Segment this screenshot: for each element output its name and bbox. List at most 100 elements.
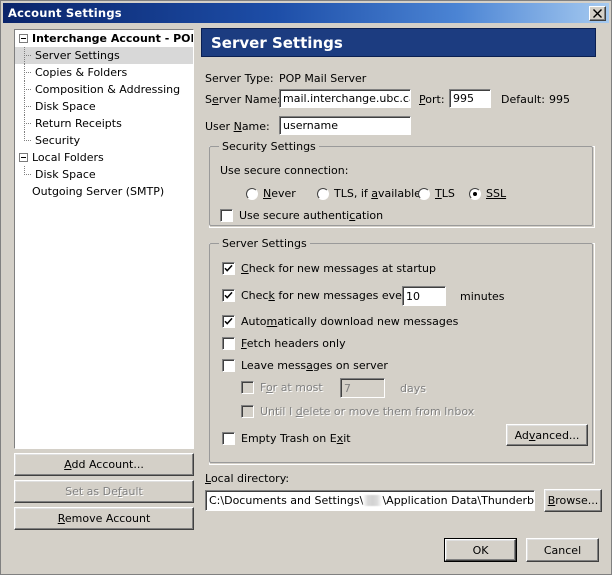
- ok-button-inner: OK: [445, 539, 516, 561]
- set-as-default-button[interactable]: Set as Default: [14, 480, 194, 503]
- server-type-value: POP Mail Server: [279, 72, 366, 85]
- remove-account-button[interactable]: Remove Account: [14, 507, 194, 530]
- tree-item-interchange-account[interactable]: Interchange Account - POPS: [15, 30, 193, 47]
- checkbox-indicator: [222, 359, 235, 372]
- radio-never-label: Never: [263, 187, 296, 200]
- checkbox-indicator-checked: [222, 315, 235, 328]
- remove-account-label: Remove Account: [58, 512, 151, 525]
- default-port-value: 995: [549, 93, 570, 106]
- use-secure-authentication-label: Use secure authentication: [239, 209, 383, 222]
- server-name-input[interactable]: mail.interchange.ubc.ca: [279, 89, 411, 108]
- auto-download-messages-checkbox[interactable]: Automatically download new messages: [222, 315, 458, 328]
- check-new-messages-every-checkbox[interactable]: Check for new messages every: [222, 289, 413, 302]
- advanced-button-label: Advanced...: [515, 429, 580, 442]
- tree-item-label: Server Settings: [35, 49, 120, 62]
- add-account-label: Add Account...: [64, 458, 144, 471]
- tree-item-label: Return Receipts: [35, 117, 122, 130]
- redacted-username: [363, 495, 382, 506]
- checkbox-indicator: [220, 209, 233, 222]
- fetch-headers-only-label: Fetch headers only: [241, 337, 346, 350]
- accounts-tree[interactable]: Interchange Account - POPS Server Settin…: [14, 29, 194, 449]
- server-type-label: Server Type:: [205, 72, 274, 85]
- radio-never[interactable]: Never: [246, 187, 296, 200]
- radio-ssl[interactable]: SSL: [469, 187, 506, 200]
- tree-item-copies-folders[interactable]: Copies & Folders: [15, 64, 193, 81]
- server-settings-group: Server Settings Check for new messages a…: [209, 243, 595, 465]
- tree-item-security[interactable]: Security: [15, 132, 193, 149]
- browse-button-label: Browse...: [548, 494, 599, 507]
- check-new-messages-startup-label: Check for new messages at startup: [241, 262, 436, 275]
- account-settings-window: Account Settings Interchange Account - P…: [0, 0, 612, 575]
- fetch-headers-only-checkbox[interactable]: Fetch headers only: [222, 337, 346, 350]
- tree-item-label: Copies & Folders: [35, 66, 127, 79]
- check-glyph: [224, 264, 233, 273]
- radio-indicator: [317, 188, 329, 200]
- tree-item-composition-addressing[interactable]: Composition & Addressing: [15, 81, 193, 98]
- server-settings-group-title: Server Settings: [219, 237, 310, 250]
- window-title: Account Settings: [3, 6, 589, 20]
- check-new-messages-startup-checkbox[interactable]: Check for new messages at startup: [222, 262, 436, 275]
- cancel-button[interactable]: Cancel: [526, 538, 599, 562]
- tree-item-return-receipts[interactable]: Return Receipts: [15, 115, 193, 132]
- local-directory-path-after: \Application Data\Thunderb: [382, 494, 534, 507]
- check-glyph: [224, 291, 233, 300]
- secure-connection-label: Use secure connection:: [220, 164, 348, 177]
- collapse-icon[interactable]: [19, 34, 28, 43]
- checkbox-indicator-disabled: [241, 405, 254, 418]
- check-new-messages-every-label: Check for new messages every: [241, 289, 413, 302]
- add-account-button[interactable]: Add Account...: [14, 453, 194, 476]
- for-at-most-days-input[interactable]: 7: [340, 378, 385, 398]
- port-input[interactable]: 995: [449, 89, 491, 108]
- collapse-icon[interactable]: [19, 153, 28, 162]
- tree-item-local-disk-space[interactable]: Disk Space: [15, 166, 193, 183]
- until-delete-checkbox[interactable]: Until I delete or move them from Inbox: [241, 405, 474, 418]
- ok-button-label: OK: [473, 544, 489, 557]
- local-directory-label: Local directory:: [205, 472, 289, 485]
- checkbox-indicator-disabled: [241, 381, 254, 394]
- checkbox-indicator-checked: [222, 289, 235, 302]
- tree-item-disk-space[interactable]: Disk Space: [15, 98, 193, 115]
- empty-trash-on-exit-label: Empty Trash on Exit: [241, 432, 351, 445]
- tree-item-local-folders[interactable]: Local Folders: [15, 149, 193, 166]
- tree-item-outgoing-server[interactable]: Outgoing Server (SMTP): [15, 183, 193, 200]
- use-secure-authentication-checkbox[interactable]: Use secure authentication: [220, 209, 383, 222]
- ok-button[interactable]: OK: [444, 538, 517, 562]
- radio-indicator: [418, 188, 430, 200]
- security-settings-group: Security Settings Use secure connection:…: [209, 146, 595, 228]
- checkbox-indicator-checked: [222, 262, 235, 275]
- checkbox-indicator: [222, 337, 235, 350]
- user-name-label: User Name:: [205, 120, 270, 133]
- tree-item-label: Disk Space: [35, 100, 96, 113]
- local-directory-path-before: C:\Documents and Settings\: [209, 494, 363, 507]
- browse-button[interactable]: Browse...: [544, 489, 602, 512]
- tree-item-label: Local Folders: [32, 151, 104, 164]
- for-at-most-checkbox[interactable]: For at most: [241, 381, 323, 394]
- close-glyph: [593, 9, 602, 18]
- advanced-button[interactable]: Advanced...: [506, 424, 588, 446]
- radio-indicator: [246, 188, 258, 200]
- radio-tls-if-available-label: TLS, if available: [334, 187, 421, 200]
- radio-dot: [473, 192, 477, 196]
- leave-messages-on-server-checkbox[interactable]: Leave messages on server: [222, 359, 388, 372]
- leave-messages-on-server-label: Leave messages on server: [241, 359, 388, 372]
- check-interval-input[interactable]: 10: [402, 286, 446, 306]
- cancel-button-label: Cancel: [544, 544, 581, 557]
- radio-ssl-label: SSL: [486, 187, 506, 200]
- tree-item-label: Outgoing Server (SMTP): [32, 185, 164, 198]
- tree-item-server-settings[interactable]: Server Settings: [15, 47, 193, 64]
- auto-download-messages-label: Automatically download new messages: [241, 315, 458, 328]
- tree-item-label: Composition & Addressing: [35, 83, 180, 96]
- port-label: Port:: [419, 93, 445, 106]
- server-name-label: Server Name:: [205, 93, 281, 106]
- close-icon[interactable]: [589, 6, 606, 21]
- empty-trash-on-exit-checkbox[interactable]: Empty Trash on Exit: [222, 432, 351, 445]
- add-account-rest: dd Account...: [71, 458, 143, 471]
- local-directory-input[interactable]: C:\Documents and Settings\ \Application D…: [205, 490, 535, 511]
- until-delete-label: Until I delete or move them from Inbox: [260, 405, 474, 418]
- server-settings-panel: Server Settings Server Type: POP Mail Se…: [201, 28, 601, 525]
- user-name-input[interactable]: username: [279, 116, 411, 135]
- minutes-label: minutes: [460, 290, 505, 303]
- radio-tls[interactable]: TLS: [418, 187, 455, 200]
- check-glyph: [224, 317, 233, 326]
- radio-tls-if-available[interactable]: TLS, if available: [317, 187, 421, 200]
